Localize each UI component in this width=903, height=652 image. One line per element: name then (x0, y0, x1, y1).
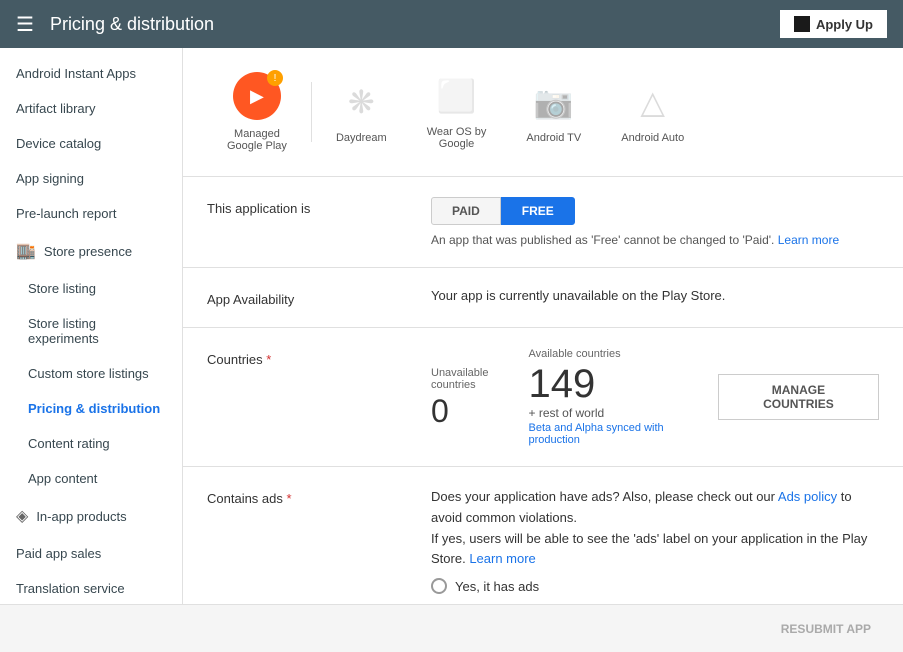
sidebar-item-in-app-products[interactable]: ◈ In-app products (0, 496, 182, 536)
available-label: Available countries (528, 348, 717, 360)
sidebar-item-android-instant-apps[interactable]: Android Instant Apps (0, 56, 182, 91)
yes-ads-option[interactable]: Yes, it has ads (431, 578, 879, 594)
gplay-badge: ! (267, 70, 283, 86)
main-layout: Android Instant Apps Artifact library De… (0, 48, 903, 604)
app-availability-content: Your app is currently unavailable on the… (431, 288, 879, 303)
countries-required: * (266, 352, 271, 367)
this-application-content: PAID FREE An app that was published as '… (431, 197, 879, 247)
paid-free-learn-more[interactable]: Learn more (778, 233, 839, 247)
available-count: 149 (528, 364, 717, 404)
this-application-row: This application is PAID FREE An app tha… (207, 197, 879, 247)
countries-section: Countries * Unavailablecountries 0 Avail… (183, 328, 903, 467)
free-button[interactable]: FREE (501, 197, 575, 225)
contains-ads-required: * (287, 491, 292, 506)
paid-button[interactable]: PAID (431, 197, 501, 225)
this-application-section: This application is PAID FREE An app tha… (183, 177, 903, 268)
rest-of-world: + rest of world (528, 406, 717, 420)
sidebar-item-custom-store-listings[interactable]: Custom store listings (0, 356, 182, 391)
sidebar-item-pricing-distribution[interactable]: Pricing & distribution (0, 391, 182, 426)
wear-os-icon: ⬜ (435, 74, 479, 118)
managed-google-play-label: ManagedGoogle Play (227, 128, 287, 152)
unavailable-countries-block: Unavailablecountries 0 (431, 367, 488, 427)
contains-ads-content: Does your application have ads? Also, pl… (431, 487, 879, 594)
ads-learn-more[interactable]: Learn more (469, 551, 535, 566)
countries-content: Unavailablecountries 0 Available countri… (431, 348, 879, 446)
apply-up-icon (794, 16, 810, 32)
topbar-left: ☰ Pricing & distribution (16, 12, 214, 37)
countries-data-row: Unavailablecountries 0 Available countri… (431, 348, 879, 446)
sidebar-item-pre-launch-report[interactable]: Pre-launch report (0, 196, 182, 231)
available-countries-block: Available countries 149 + rest of world … (528, 348, 717, 446)
content-area: ! ManagedGoogle Play ❋ Daydream ⬜ Wear O… (183, 48, 903, 604)
platform-divider (311, 82, 312, 142)
platform-row: ! ManagedGoogle Play ❋ Daydream ⬜ Wear O… (183, 48, 903, 177)
sidebar-item-device-catalog[interactable]: Device catalog (0, 126, 182, 161)
wear-os-label: Wear OS byGoogle (427, 126, 487, 150)
platform-android-tv[interactable]: 📷 Android TV (506, 72, 601, 152)
platform-daydream[interactable]: ❋ Daydream (316, 72, 407, 152)
ads-info-text: Does your application have ads? Also, pl… (431, 487, 879, 529)
contains-ads-label: Contains ads * (207, 487, 407, 506)
hamburger-icon[interactable]: ☰ (16, 12, 34, 37)
contains-ads-row: Contains ads * Does your application hav… (207, 487, 879, 594)
platform-wear-os[interactable]: ⬜ Wear OS byGoogle (407, 66, 507, 158)
sidebar-item-store-listing-experiments[interactable]: Store listing experiments (0, 306, 182, 356)
platform-managed-google-play[interactable]: ! ManagedGoogle Play (207, 64, 307, 160)
app-availability-section: App Availability Your app is currently u… (183, 268, 903, 328)
sidebar-item-translation-service[interactable]: Translation service (0, 571, 182, 604)
topbar: ☰ Pricing & distribution Apply Up (0, 0, 903, 48)
daydream-label: Daydream (336, 132, 387, 144)
unavailable-label: Unavailablecountries (431, 367, 488, 391)
app-availability-label: App Availability (207, 288, 407, 307)
countries-label: Countries * (207, 348, 407, 367)
sidebar-item-paid-app-sales[interactable]: Paid app sales (0, 536, 182, 571)
sidebar-item-content-rating[interactable]: Content rating (0, 426, 182, 461)
sidebar-item-store-listing[interactable]: Store listing (0, 271, 182, 306)
sidebar-item-app-signing[interactable]: App signing (0, 161, 182, 196)
availability-status: Your app is currently unavailable on the… (431, 284, 725, 303)
platform-android-auto[interactable]: △ Android Auto (601, 72, 704, 152)
ads-info-text2: If yes, users will be able to see the 'a… (431, 529, 879, 571)
synced-text: Beta and Alpha synced with production (528, 422, 717, 446)
ads-policy-link[interactable]: Ads policy (778, 489, 837, 504)
sidebar-item-store-presence[interactable]: 🏬 Store presence (0, 231, 182, 271)
android-tv-label: Android TV (526, 132, 581, 144)
yes-ads-label: Yes, it has ads (455, 579, 539, 594)
resubmit-app-button[interactable]: RESUBMIT APP (765, 614, 887, 644)
unavailable-count: 0 (431, 395, 488, 427)
daydream-icon: ❋ (339, 80, 383, 124)
android-auto-label: Android Auto (621, 132, 684, 144)
android-tv-icon: 📷 (532, 80, 576, 124)
page-title: Pricing & distribution (50, 14, 214, 35)
paid-free-toggle: PAID FREE (431, 197, 879, 225)
contains-ads-section: Contains ads * Does your application hav… (183, 467, 903, 604)
in-app-products-icon: ◈ (16, 506, 28, 526)
paid-free-info: An app that was published as 'Free' cann… (431, 233, 879, 247)
apply-up-button[interactable]: Apply Up (780, 10, 887, 38)
yes-ads-radio[interactable] (431, 578, 447, 594)
store-icon: 🏬 (16, 241, 36, 261)
bottom-bar: RESUBMIT APP (0, 604, 903, 652)
sidebar-item-app-content[interactable]: App content (0, 461, 182, 496)
managed-google-play-icon: ! (233, 72, 281, 120)
sidebar-item-artifact-library[interactable]: Artifact library (0, 91, 182, 126)
this-application-label: This application is (207, 197, 407, 216)
manage-countries-button[interactable]: MANAGE COUNTRIES (718, 374, 879, 420)
android-auto-icon: △ (631, 80, 675, 124)
app-availability-row: App Availability Your app is currently u… (207, 288, 879, 307)
countries-row: Countries * Unavailablecountries 0 Avail… (207, 348, 879, 446)
sidebar: Android Instant Apps Artifact library De… (0, 48, 183, 604)
